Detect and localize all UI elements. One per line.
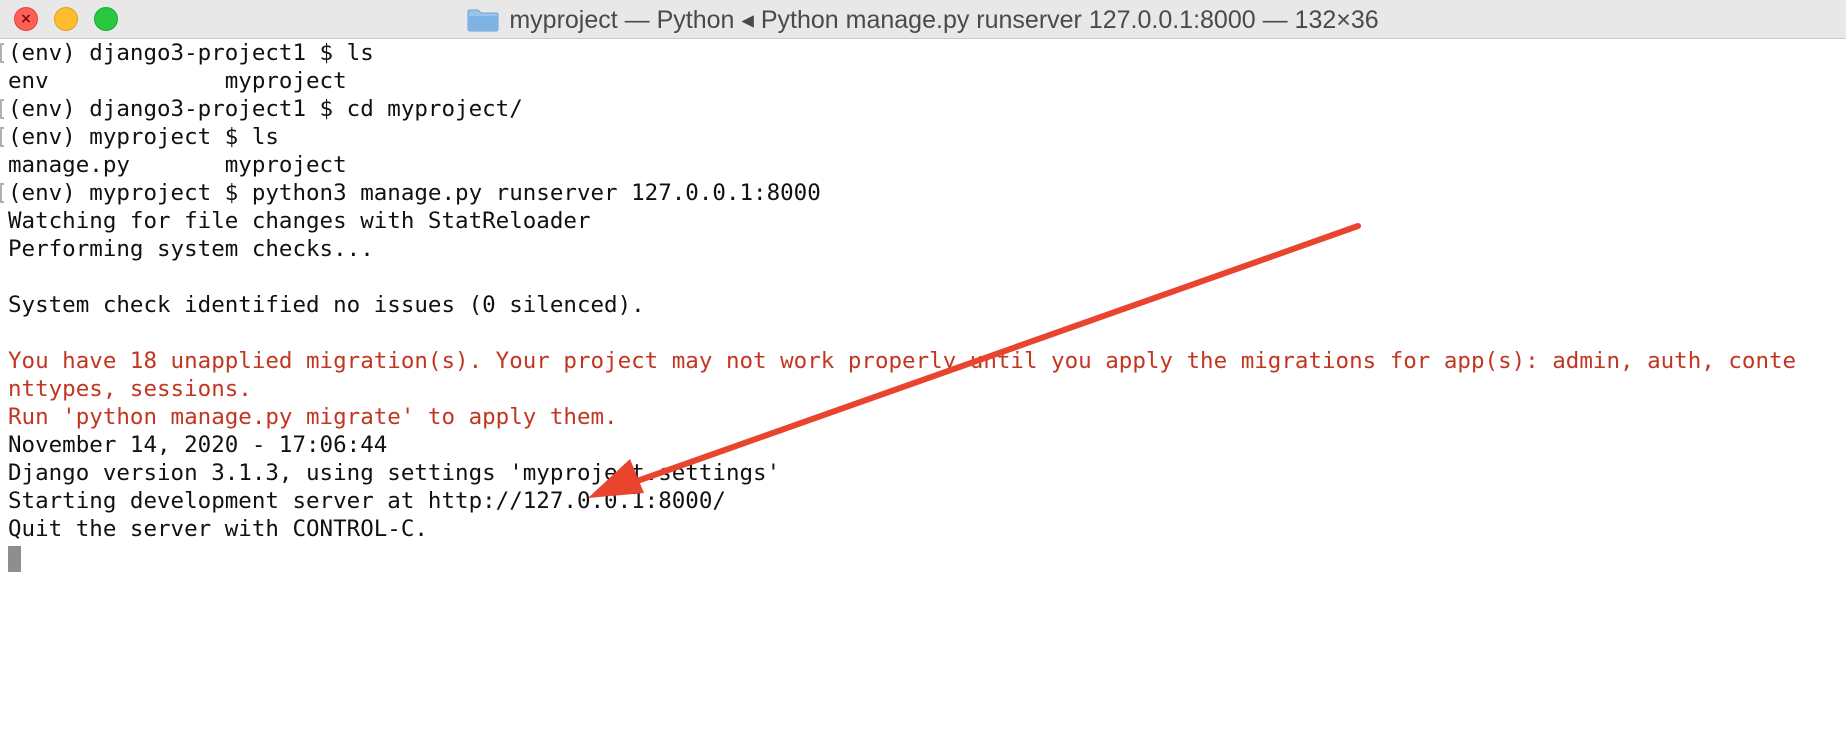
terminal-line-text: Performing system checks... bbox=[8, 236, 374, 262]
terminal-line-text: System check identified no issues (0 sil… bbox=[8, 292, 645, 318]
terminal-output-line: Quit the server with CONTROL-C. bbox=[0, 515, 1846, 543]
terminal-output-line: November 14, 2020 - 17:06:44 bbox=[0, 431, 1846, 459]
terminal-line-text: Starting development server at http://12… bbox=[8, 488, 726, 514]
terminal-line-text: Django version 3.1.3, using settings 'my… bbox=[8, 460, 781, 486]
terminal-line-text: Quit the server with CONTROL-C. bbox=[8, 516, 428, 542]
title-bar[interactable]: × myproject — Python ◂ Python manage.py … bbox=[0, 0, 1846, 39]
terminal-output-line: You have 18 unapplied migration(s). Your… bbox=[0, 347, 1846, 375]
prompt-mark-icon bbox=[0, 127, 4, 147]
prompt-mark-icon bbox=[0, 183, 4, 203]
terminal-output-line: Starting development server at http://12… bbox=[0, 487, 1846, 515]
terminal-line-text: (env) django3-project1 $ ls bbox=[8, 40, 374, 66]
prompt-mark-icon bbox=[0, 43, 4, 63]
terminal-line-text: Watching for file changes with StatReloa… bbox=[8, 208, 591, 234]
prompt-mark-icon bbox=[0, 99, 4, 119]
terminal-line-text: nttypes, sessions. bbox=[8, 376, 252, 402]
block-cursor bbox=[8, 546, 21, 572]
terminal-output-line: manage.py myproject bbox=[0, 151, 1846, 179]
terminal-line-text: env myproject bbox=[8, 68, 347, 94]
terminal-window: × myproject — Python ◂ Python manage.py … bbox=[0, 0, 1846, 756]
terminal-output[interactable]: (env) django3-project1 $ ls env myproject… bbox=[0, 39, 1846, 756]
terminal-output-line: System check identified no issues (0 sil… bbox=[0, 291, 1846, 319]
terminal-output-line: Django version 3.1.3, using settings 'my… bbox=[0, 459, 1846, 487]
terminal-line-text: (env) myproject $ python3 manage.py runs… bbox=[8, 180, 821, 206]
terminal-output-line: Watching for file changes with StatReloa… bbox=[0, 207, 1846, 235]
terminal-output-line: env myproject bbox=[0, 67, 1846, 95]
terminal-output-line: nttypes, sessions. bbox=[0, 375, 1846, 403]
terminal-line-text: (env) myproject $ ls bbox=[8, 124, 279, 150]
terminal-prompt-line: (env) django3-project1 $ ls bbox=[0, 39, 1846, 67]
terminal-output-line: Performing system checks... bbox=[0, 235, 1846, 263]
terminal-prompt-line: (env) django3-project1 $ cd myproject/ bbox=[0, 95, 1846, 123]
terminal-line-text: November 14, 2020 - 17:06:44 bbox=[8, 432, 388, 458]
folder-icon bbox=[467, 8, 499, 32]
terminal-line-text: Run 'python manage.py migrate' to apply … bbox=[8, 404, 618, 430]
terminal-prompt-line: (env) myproject $ python3 manage.py runs… bbox=[0, 179, 1846, 207]
terminal-line-text: (env) django3-project1 $ cd myproject/ bbox=[8, 96, 523, 122]
terminal-line-text: You have 18 unapplied migration(s). Your… bbox=[8, 348, 1797, 374]
terminal-prompt-line: (env) myproject $ ls bbox=[0, 123, 1846, 151]
window-title: myproject — Python ◂ Python manage.py ru… bbox=[509, 5, 1379, 34]
terminal-output-line: Run 'python manage.py migrate' to apply … bbox=[0, 403, 1846, 431]
window-title-container: myproject — Python ◂ Python manage.py ru… bbox=[0, 0, 1846, 39]
terminal-line-text: manage.py myproject bbox=[8, 152, 347, 178]
